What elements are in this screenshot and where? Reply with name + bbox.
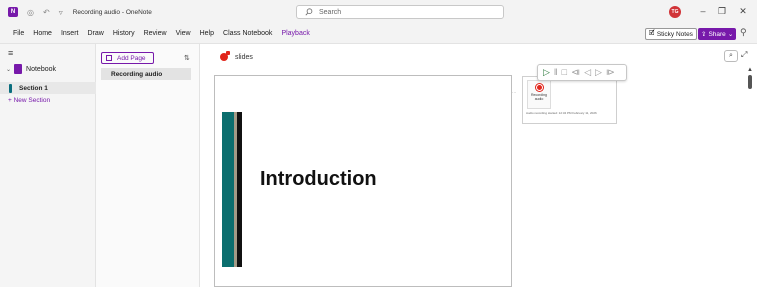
chevron-down-icon: ⌄ [6, 66, 12, 73]
zoom-icon[interactable]: ⌕ [724, 50, 738, 62]
tab-review[interactable]: Review [144, 30, 167, 37]
page-title[interactable]: slides [235, 54, 253, 61]
slide-heading: Introduction [260, 168, 377, 190]
chevron-down-icon: ⌄ [727, 31, 734, 38]
ribbon-tabs: File Home Insert Draw History Review Vie… [0, 24, 757, 44]
tab-class-notebook[interactable]: Class Notebook [223, 30, 272, 37]
share-icon: ⇪ [701, 31, 707, 38]
tab-draw[interactable]: Draw [87, 30, 103, 37]
play-icon[interactable]: ▷ [543, 68, 550, 77]
section-color-tab [9, 83, 12, 93]
search-input[interactable]: Search [296, 5, 504, 19]
new-section-label: + New Section [8, 97, 51, 104]
add-page-label: Add Page [117, 54, 146, 62]
section-item-section-1[interactable]: Section 1 [0, 82, 96, 94]
audio-note-container[interactable]: Recording audio Audio recording started:… [522, 76, 617, 124]
tab-help[interactable]: Help [200, 30, 214, 37]
note-container-handle-icon[interactable]: ⋯ [512, 90, 516, 95]
notebook-name: Notebook [26, 65, 56, 73]
page-title-row: slides [220, 51, 253, 61]
vertical-scrollbar[interactable] [748, 75, 752, 89]
coaching-icon[interactable]: ⚲ [740, 27, 747, 38]
audio-file-icon [535, 84, 543, 91]
window-title: Recording audio - OneNote [72, 8, 152, 16]
notebook-selector[interactable]: ⌄ Notebook [6, 64, 56, 74]
section-label: Section 1 [19, 84, 48, 92]
slide-stripe-teal [222, 112, 234, 267]
notebook-icon [14, 64, 23, 74]
restore-icon[interactable]: ❐ [716, 6, 728, 17]
page-canvas[interactable]: slides ⌕ ⤢ ▲ Introduction ⋯ Recording au… [201, 44, 757, 287]
tab-home[interactable]: Home [33, 30, 52, 37]
page-item-recording-audio[interactable]: Recording audio [101, 68, 191, 80]
slide-stripe-black [237, 112, 242, 267]
audio-caption: Audio recording started: 12:34 PM Februa… [526, 111, 597, 115]
share-label: Share [708, 30, 726, 38]
stop-icon[interactable]: □ [562, 68, 567, 77]
audio-recording-icon [220, 51, 230, 61]
page-item-label: Recording audio [111, 70, 163, 78]
tab-history[interactable]: History [113, 30, 135, 37]
scroll-up-arrow-icon[interactable]: ▲ [747, 67, 753, 73]
forward-short-icon[interactable]: ▷ [595, 68, 602, 77]
rewind-short-icon[interactable]: ◁ [584, 68, 591, 77]
audio-file-attachment[interactable]: Recording audio [527, 80, 551, 109]
expand-icon[interactable]: ⤢ [741, 50, 747, 60]
sticky-notes-icon: 🗹 [649, 29, 655, 37]
forward-icon[interactable]: ⧐ [606, 68, 615, 77]
rewind-icon[interactable]: ⧏ [571, 68, 580, 77]
title-bar: N ◎ ↶ ▿ Recording audio - OneNote Search… [0, 0, 757, 24]
add-page-button[interactable]: Add Page [101, 52, 154, 64]
pause-icon[interactable]: ‖ [554, 68, 558, 77]
new-section-button[interactable]: + New Section [8, 97, 50, 104]
sort-icon[interactable]: ⇅ [184, 54, 190, 62]
sticky-notes-button[interactable]: 🗹 Sticky Notes [645, 28, 697, 40]
minimize-icon[interactable]: – [697, 6, 709, 16]
search-placeholder: Search [319, 8, 342, 16]
page-list-pane: Add Page ⇅ Recording audio [96, 44, 200, 287]
notebook-pane: ≡ ⌄ Notebook Section 1 + New Section [0, 44, 96, 287]
sticky-notes-label: Sticky Notes [656, 30, 693, 38]
audio-file-label: Recording audio [531, 93, 547, 101]
tab-insert[interactable]: Insert [61, 30, 79, 37]
navigation-menu-icon[interactable]: ≡ [8, 48, 13, 58]
search-icon [305, 8, 313, 16]
sync-icon[interactable]: ◎ [27, 8, 34, 17]
undo-icon[interactable]: ↶ [43, 8, 50, 17]
playback-toolbar: ▷ ‖ □ ⧏ ◁ ▷ ⧐ [537, 64, 627, 81]
tab-file[interactable]: File [13, 30, 24, 37]
quick-access-dropdown-icon[interactable]: ▿ [59, 8, 63, 17]
onenote-app-icon: N [8, 7, 18, 17]
avatar[interactable]: TG [669, 6, 681, 18]
add-page-icon [106, 55, 112, 61]
tab-playback[interactable]: Playback [281, 30, 309, 37]
tab-view[interactable]: View [176, 30, 191, 37]
share-button[interactable]: ⇪ Share ⌄ [698, 28, 737, 40]
close-icon[interactable]: ✕ [737, 6, 749, 17]
slide-image[interactable]: Introduction [214, 75, 512, 287]
